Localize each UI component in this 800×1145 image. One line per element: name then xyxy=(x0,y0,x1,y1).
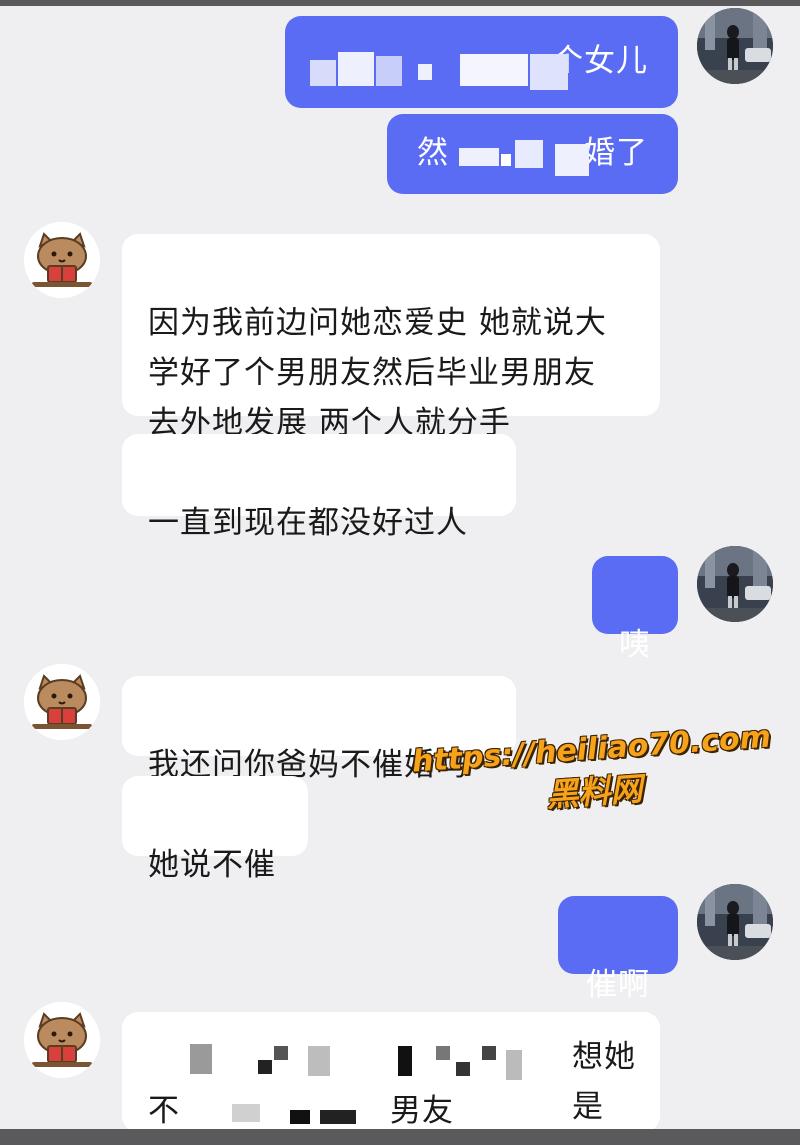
cartoon-cat-icon xyxy=(24,1002,100,1078)
message-bubble-incoming[interactable]: 想她是 不 男友 xyxy=(122,1012,660,1132)
message-bubble-outgoing[interactable]: 个女儿 xyxy=(285,16,678,108)
message-text: 一直到现在都没好过人 xyxy=(148,505,468,541)
bottom-edge xyxy=(0,1129,800,1145)
friend-avatar[interactable] xyxy=(24,1002,100,1078)
status-bar-edge xyxy=(0,0,800,6)
message-bubble-outgoing[interactable]: 咦 xyxy=(592,556,678,663)
self-avatar[interactable] xyxy=(697,8,773,84)
message-text-end: 婚了 xyxy=(584,135,648,171)
person-photo-icon xyxy=(697,8,773,84)
message-text: 催啊 xyxy=(586,967,650,1003)
message-text: 咦 xyxy=(619,627,651,663)
friend-avatar[interactable] xyxy=(24,222,100,298)
message-bubble-incoming[interactable]: 一直到现在都没好过人 xyxy=(122,434,516,541)
person-photo-icon xyxy=(697,884,773,960)
message-text-start: 然 xyxy=(417,135,449,171)
message-text: 因为我前边问她恋爱史 她就说大 学好了个男朋友然后毕业男朋友 去外地发展 两个人… xyxy=(148,305,607,441)
cartoon-cat-icon xyxy=(24,222,100,298)
self-avatar[interactable] xyxy=(697,884,773,960)
cartoon-cat-icon xyxy=(24,664,100,740)
message-bubble-outgoing[interactable]: 催啊 xyxy=(558,896,678,1003)
self-avatar[interactable] xyxy=(697,546,773,622)
friend-avatar[interactable] xyxy=(24,664,100,740)
message-bubble-incoming[interactable]: 她说不催 xyxy=(122,776,308,883)
message-bubble-incoming[interactable]: 因为我前边问她恋爱史 她就说大 学好了个男朋友然后毕业男朋友 去外地发展 两个人… xyxy=(122,234,660,441)
message-text-line1-end: 想她是 xyxy=(572,1039,636,1125)
person-photo-icon xyxy=(697,546,773,622)
message-bubble-outgoing[interactable]: 然 婚了 xyxy=(387,114,678,194)
message-text: 她说不催 xyxy=(148,847,276,883)
